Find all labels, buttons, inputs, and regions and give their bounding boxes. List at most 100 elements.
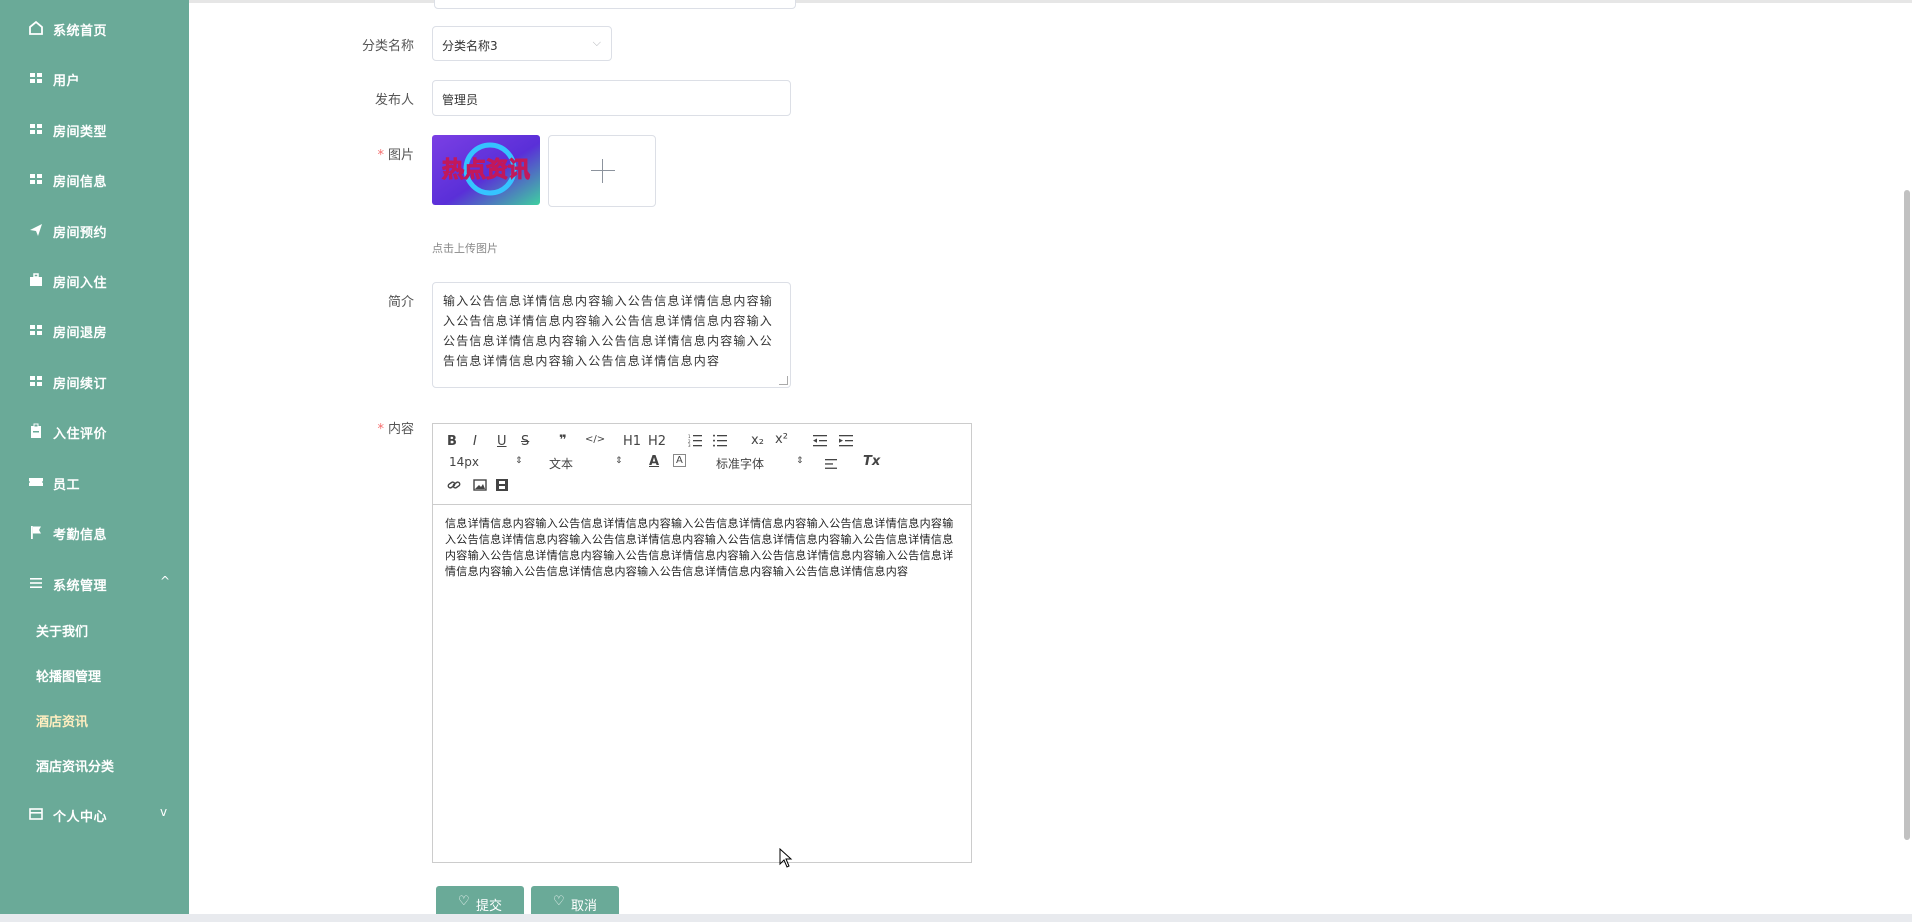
chevron-down-icon: v	[160, 805, 168, 819]
link-icon[interactable]	[447, 478, 461, 492]
publisher-input-value: 管理员	[442, 93, 479, 107]
category-select[interactable]: 分类名称3 ⌵	[432, 26, 612, 61]
image-label: * 图片	[377, 148, 414, 163]
underline-button[interactable]: U	[497, 434, 507, 449]
sidebar-item-attendance[interactable]: 考勤信息	[0, 513, 189, 551]
bold-button[interactable]: B	[447, 434, 457, 449]
indent-icon[interactable]	[839, 434, 853, 447]
image-icon[interactable]	[473, 478, 487, 492]
sidebar-item-room-booking[interactable]: 房间预约	[0, 211, 189, 249]
submit-label: 提交	[476, 899, 503, 914]
sidebar-item-label: 用户	[53, 74, 81, 89]
font-size-select[interactable]: 14px ⇕	[449, 455, 523, 469]
flag-icon	[31, 526, 41, 539]
h1-button[interactable]: H1	[623, 434, 641, 449]
sidebar-item-profile[interactable]: 个人中心 v	[0, 795, 189, 833]
editor-toolbar: B I U S ❞ </> H1 H2 123 x₂ x² 14px ⇕ 文本 ⇕ …	[433, 424, 971, 505]
category-select-value: 分类名称3	[442, 39, 498, 53]
sidebar: 系统首页 用户 房间类型 房间信息 房间预约 房间入住 房间退房 房间续订 入住…	[0, 0, 189, 922]
outdent-icon[interactable]	[813, 434, 827, 447]
sidebar-item-system[interactable]: 系统管理 ^	[0, 564, 189, 602]
italic-button[interactable]: I	[473, 434, 477, 449]
sidebar-subitem-hotel-news[interactable]: 酒店资讯	[0, 703, 189, 737]
rich-text-editor[interactable]: B I U S ❞ </> H1 H2 123 x₂ x² 14px ⇕ 文本 ⇕ …	[432, 423, 972, 863]
clear-format-icon[interactable]: Tx	[863, 454, 880, 469]
grid-icon	[30, 376, 42, 386]
sidebar-item-label: 系统首页	[53, 24, 108, 39]
briefcase-icon	[30, 273, 42, 286]
required-mark: *	[377, 148, 384, 163]
publisher-label: 发布人	[374, 93, 414, 108]
ticket-icon	[29, 478, 43, 486]
menu-icon	[30, 578, 42, 588]
summary-textarea[interactable]: 输入公告信息详情信息内容输入公告信息详情信息内容输入公告信息详情信息内容输入公告…	[432, 282, 791, 388]
resize-handle[interactable]	[779, 376, 788, 385]
quote-button[interactable]: ❞	[559, 433, 567, 448]
sidebar-item-renewal[interactable]: 房间续订	[0, 362, 189, 400]
background-color-icon[interactable]: A	[673, 454, 686, 467]
sidebar-subitem-about[interactable]: 关于我们	[0, 613, 189, 647]
sidebar-subitem-label: 关于我们	[36, 625, 89, 640]
sidebar-subitem-news-category[interactable]: 酒店资讯分类	[0, 748, 189, 782]
uploaded-image-thumbnail[interactable]: 热点资讯	[432, 135, 540, 205]
sidebar-item-label: 考勤信息	[53, 528, 108, 543]
page-scrollbar[interactable]	[1904, 190, 1910, 840]
sidebar-subitem-label: 轮播图管理	[36, 670, 102, 685]
required-mark: *	[377, 422, 384, 437]
grid-icon	[30, 325, 42, 335]
svg-text:热点资讯: 热点资讯	[442, 157, 530, 183]
svg-text:3: 3	[688, 443, 691, 447]
sidebar-item-label: 个人中心	[53, 810, 108, 825]
grid-icon	[30, 73, 42, 83]
sidebar-item-home[interactable]: 系统首页	[0, 9, 189, 47]
sidebar-subitem-label: 酒店资讯分类	[36, 760, 115, 775]
text-color-icon[interactable]: A	[649, 454, 659, 469]
superscript-button[interactable]: x²	[775, 432, 788, 447]
cancel-label: 取消	[571, 899, 598, 914]
clipboard-icon	[31, 423, 41, 438]
sidebar-item-label: 房间续订	[53, 377, 108, 392]
sidebar-subitem-carousel[interactable]: 轮播图管理	[0, 658, 189, 692]
summary-label: 简介	[387, 295, 414, 310]
sidebar-item-checkin[interactable]: 房间入住	[0, 261, 189, 299]
previous-field-input[interactable]	[434, 0, 796, 9]
select-arrow-icon: ⇕	[796, 456, 804, 466]
h2-button[interactable]: H2	[648, 434, 666, 449]
grid-icon	[30, 174, 42, 184]
font-family-select[interactable]: 标准字体 ⇕	[716, 455, 804, 472]
sidebar-item-users[interactable]: 用户	[0, 59, 189, 97]
sidebar-item-label: 房间入住	[53, 276, 108, 291]
align-icon[interactable]	[825, 458, 839, 470]
sidebar-item-label: 房间退房	[53, 326, 108, 341]
image-upload-button[interactable]	[548, 135, 656, 207]
sidebar-item-staff[interactable]: 员工	[0, 463, 189, 501]
summary-text: 输入公告信息详情信息内容输入公告信息详情信息内容输入公告信息详情信息内容输入公告…	[443, 294, 774, 368]
sidebar-item-label: 员工	[53, 478, 81, 493]
publisher-input[interactable]: 管理员	[432, 80, 791, 116]
sidebar-item-room-info[interactable]: 房间信息	[0, 160, 189, 198]
taskbar-strip	[0, 914, 1912, 922]
sidebar-item-label: 房间信息	[53, 175, 108, 190]
code-button[interactable]: </>	[585, 434, 605, 445]
sidebar-item-review[interactable]: 入住评价	[0, 412, 189, 450]
subscript-button[interactable]: x₂	[751, 433, 764, 448]
category-label: 分类名称	[361, 39, 414, 54]
select-arrow-icon: ⇕	[615, 456, 623, 466]
send-icon	[30, 224, 42, 236]
strike-button[interactable]: S	[521, 434, 529, 449]
sidebar-item-label: 房间预约	[53, 226, 108, 241]
font-family-value: 标准字体	[716, 457, 765, 471]
plus-icon	[591, 170, 615, 171]
sidebar-item-checkout[interactable]: 房间退房	[0, 311, 189, 349]
header-select[interactable]: 文本 ⇕	[549, 455, 623, 472]
ordered-list-icon[interactable]: 123	[688, 434, 702, 447]
news-thumbnail-image: 热点资讯	[432, 135, 540, 205]
editor-content[interactable]: 信息详情信息内容输入公告信息详情信息内容输入公告信息详情信息内容输入公告信息详情…	[445, 516, 961, 580]
card-icon	[29, 808, 43, 820]
bullet-list-icon[interactable]	[713, 434, 727, 447]
select-arrow-icon: ⇕	[515, 456, 523, 466]
video-icon[interactable]	[495, 478, 509, 492]
sidebar-subitem-label: 酒店资讯	[36, 715, 89, 730]
grid-icon	[30, 124, 42, 134]
sidebar-item-room-type[interactable]: 房间类型	[0, 110, 189, 148]
